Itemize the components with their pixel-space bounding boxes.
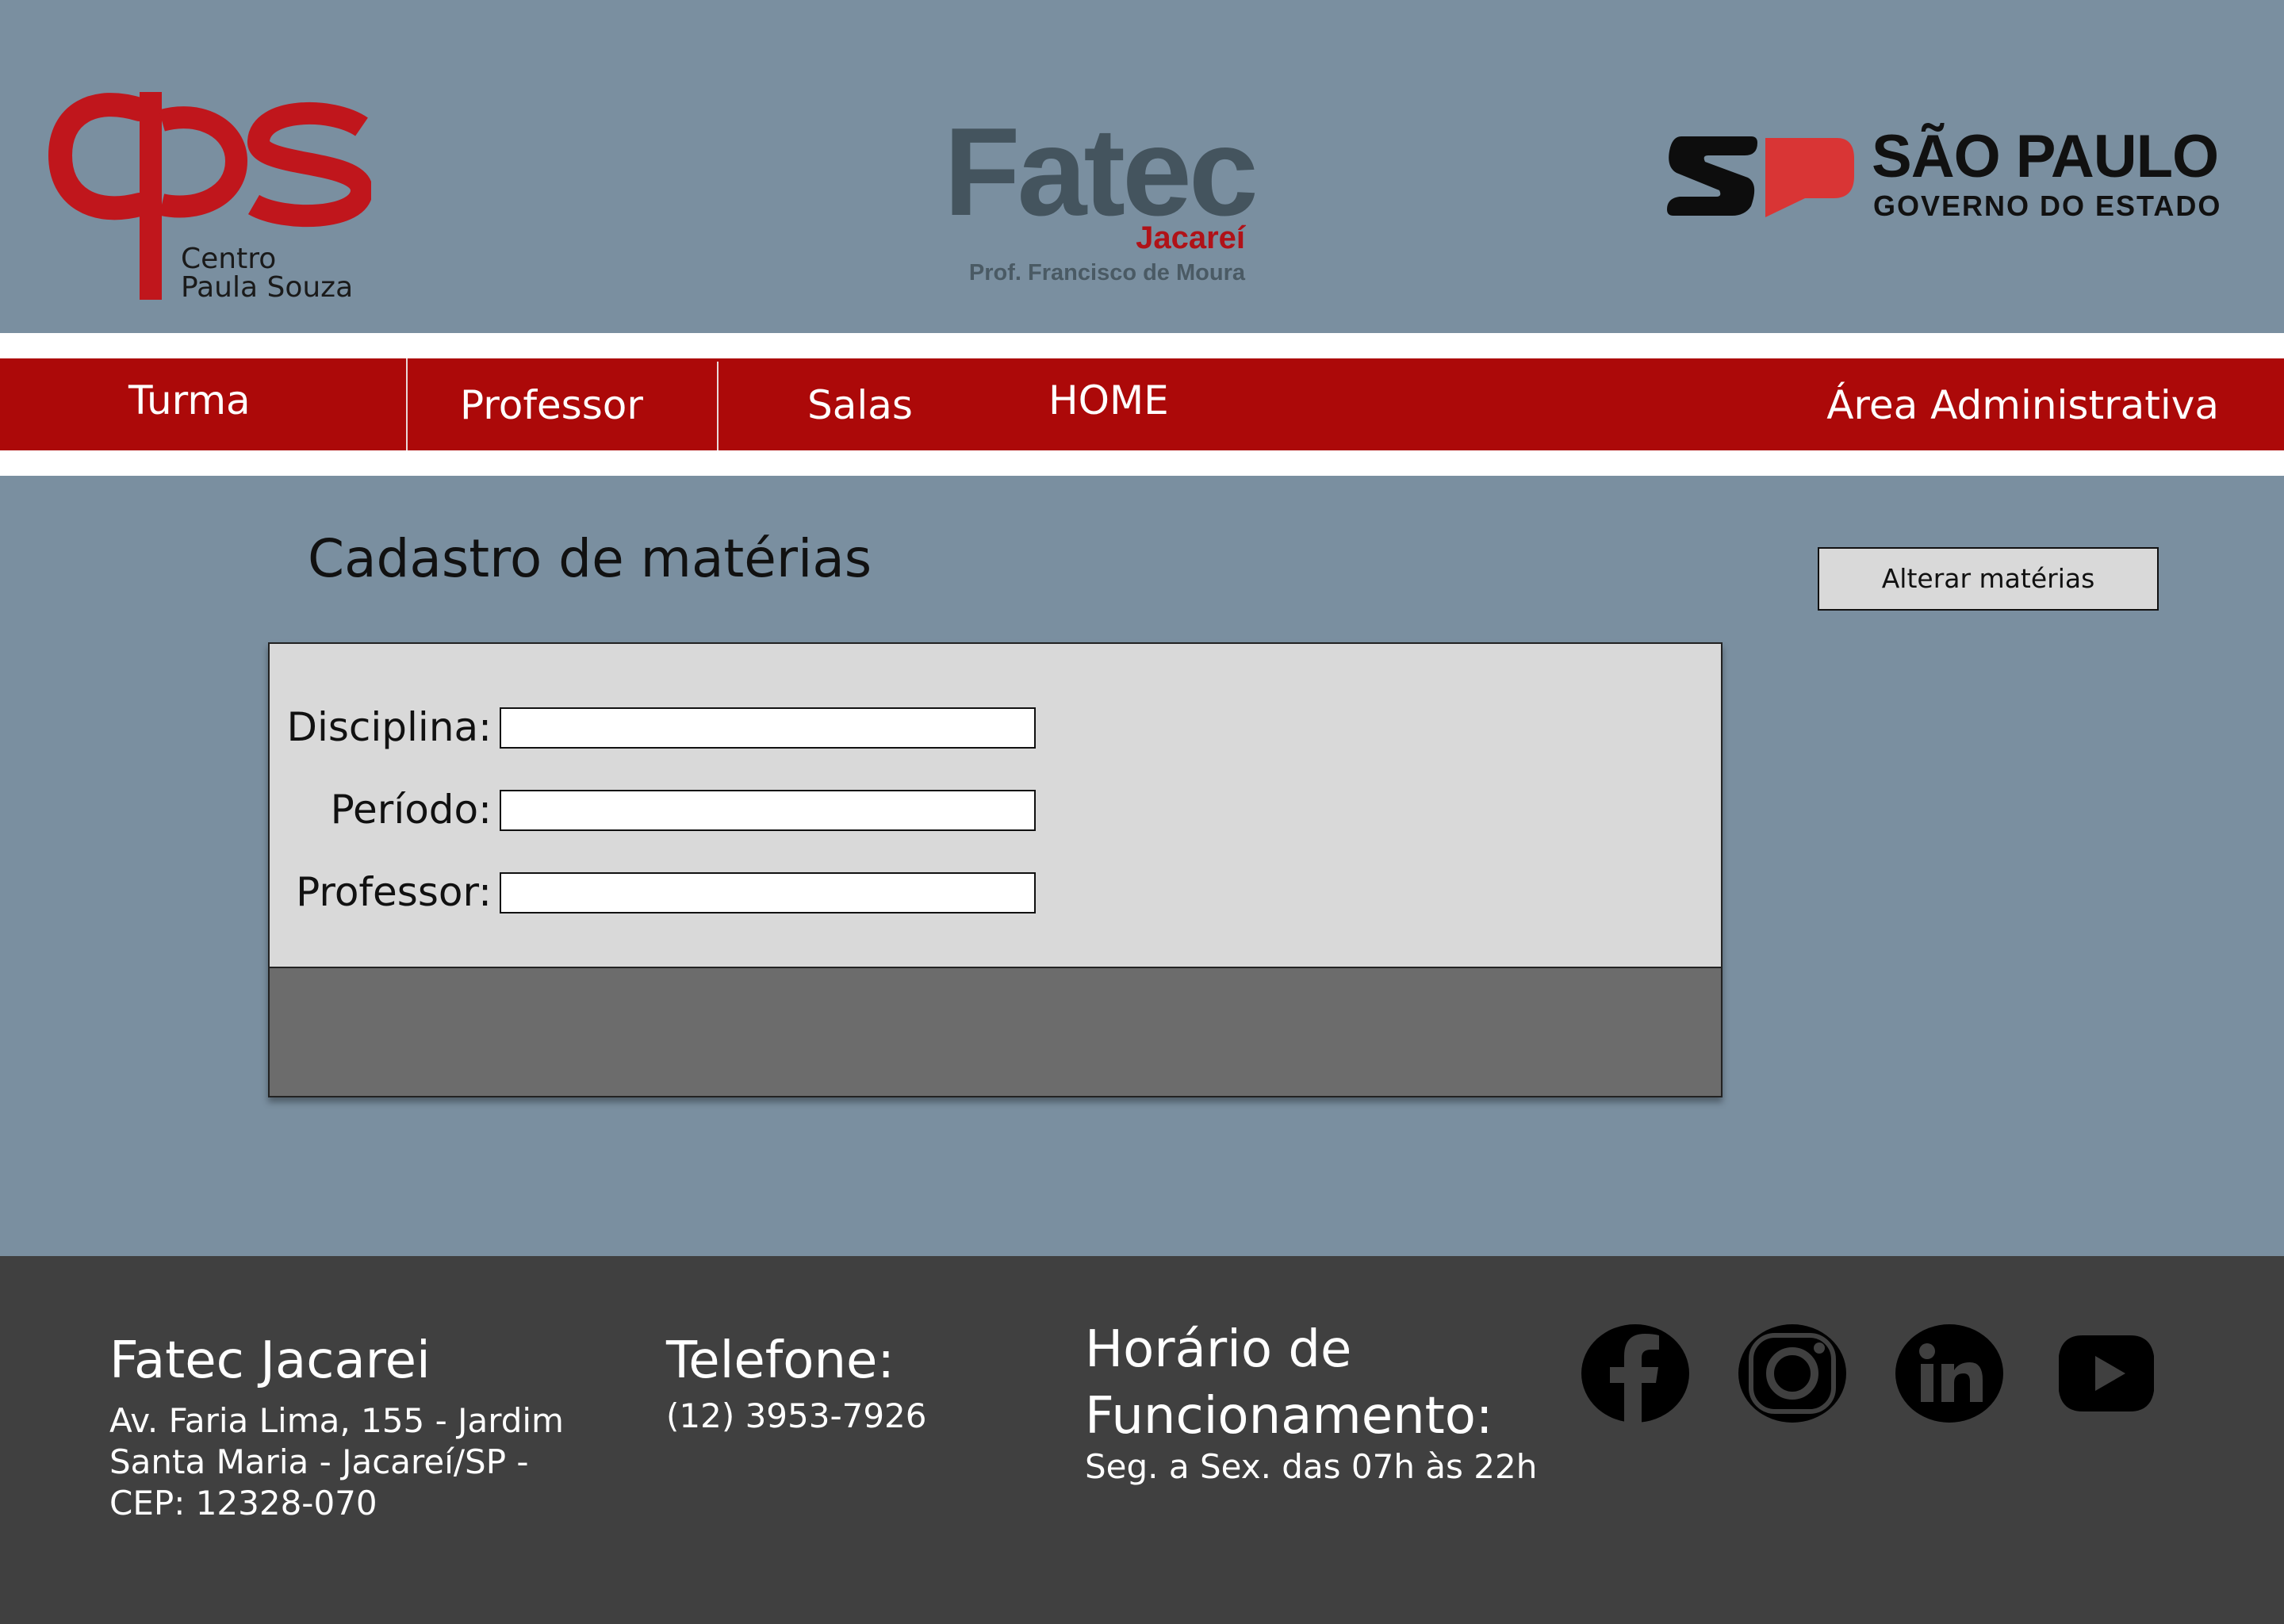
subject-form-card: Disciplina: Período: Professor: (268, 642, 1723, 1097)
footer-address-line: Santa Maria - Jacareí/SP - (109, 1442, 529, 1481)
nav-item-professor[interactable]: Professor (460, 385, 643, 425)
fatec-logo-word: Fatec (944, 102, 1259, 242)
nav-item-turma[interactable]: Turma (128, 381, 251, 420)
footer-address-line: Av. Faria Lima, 155 - Jardim (109, 1401, 564, 1440)
footer-school-title: Fatec Jacarei (109, 1331, 431, 1390)
professor-label: Professor: (296, 869, 492, 915)
fatec-logo-subtitle: Prof. Francisco de Moura (968, 260, 1245, 285)
linkedin-icon[interactable] (1894, 1324, 2005, 1423)
footer-address: Av. Faria Lima, 155 - Jardim Santa Maria… (109, 1400, 564, 1524)
youtube-icon[interactable] (2051, 1324, 2162, 1423)
footer-phone-number: (12) 3953-7926 (666, 1396, 927, 1435)
alter-materias-button[interactable]: Alterar matérias (1818, 547, 2159, 611)
sp-logo-mark (1667, 136, 1854, 217)
footer-phone-title: Telefone: (666, 1331, 895, 1390)
sp-logo-title: SÃO PAULO (1872, 123, 2219, 190)
nav-item-area-administrativa[interactable]: Área Administrativa (1826, 385, 2219, 425)
sp-government-logo[interactable]: SÃO PAULO GOVERNO DO ESTADO (1665, 127, 2221, 222)
cps-logo-mark: Centro Paula Souza (48, 92, 374, 304)
nav-separator (406, 358, 408, 450)
fatec-logo-city: Jacareí (1136, 220, 1245, 255)
footer: Fatec Jacarei Av. Faria Lima, 155 - Jard… (0, 1256, 2284, 1624)
periodo-input[interactable] (500, 790, 1036, 831)
footer-address-line: CEP: 12328-070 (109, 1484, 377, 1522)
footer-hours-title-line1: Horário de (1085, 1320, 1352, 1379)
nav-bottom-stripe (0, 450, 2284, 476)
header: Centro Paula Souza Fatec Jacareí Prof. F… (0, 0, 2284, 333)
page-title: Cadastro de matérias (308, 528, 872, 589)
footer-hours-text: Seg. a Sex. das 07h às 22h (1085, 1447, 1538, 1486)
nav-separator (717, 362, 719, 454)
fatec-logo[interactable]: Fatec Jacareí Prof. Francisco de Moura (944, 109, 1259, 293)
nav-top-stripe (0, 333, 2284, 358)
sp-logo-subtitle: GOVERNO DO ESTADO (1873, 190, 2222, 222)
disciplina-input[interactable] (500, 707, 1036, 749)
cps-logo[interactable]: Centro Paula Souza (46, 86, 374, 304)
form-footer-bar (270, 967, 1721, 1096)
cps-logo-text-line2: Paula Souza (181, 271, 353, 300)
cps-logo-text-line1: Centro (181, 243, 276, 275)
professor-input[interactable] (500, 872, 1036, 914)
nav-item-salas[interactable]: Salas (807, 385, 913, 425)
instagram-icon[interactable] (1737, 1324, 1848, 1423)
main-nav: Turma Professor Salas HOME Área Administ… (0, 358, 2284, 454)
footer-hours-title-line2: Funcionamento: (1085, 1387, 1493, 1446)
periodo-label: Período: (330, 787, 492, 833)
facebook-icon[interactable] (1580, 1324, 1691, 1423)
nav-item-home[interactable]: HOME (1048, 381, 1169, 420)
disciplina-label: Disciplina: (286, 704, 492, 750)
